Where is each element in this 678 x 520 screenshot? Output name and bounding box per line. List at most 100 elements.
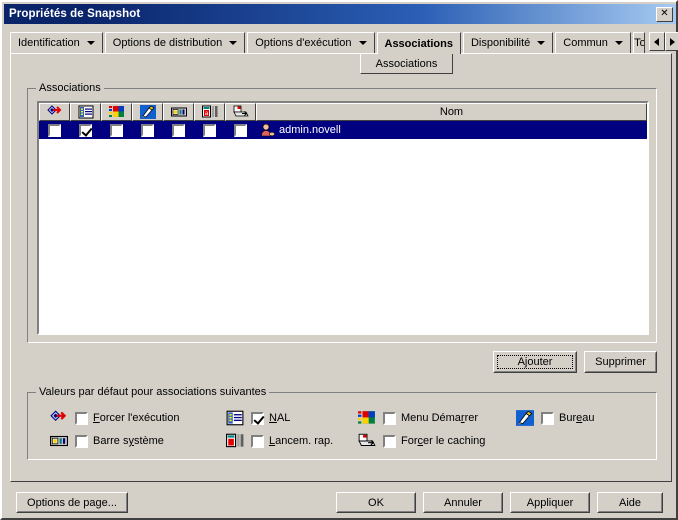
column-header-desktop[interactable] xyxy=(132,103,163,121)
checkbox[interactable] xyxy=(110,123,123,137)
help-button-label: Aide xyxy=(618,496,642,509)
arrow-left-icon xyxy=(654,37,660,46)
tab-associations[interactable]: Associations xyxy=(376,32,461,54)
row-check-quick-launch[interactable] xyxy=(194,121,225,139)
system-tray-icon xyxy=(50,433,68,449)
desktop-icon xyxy=(516,410,534,426)
row-check-start-menu[interactable] xyxy=(101,121,132,139)
associations-list[interactable]: a Nom admin.novell xyxy=(37,101,649,335)
tab-label: Options d'exécution xyxy=(255,37,352,49)
row-check-force-run[interactable] xyxy=(39,121,70,139)
row-check-system-tray[interactable] xyxy=(163,121,194,139)
option-barre-systeme[interactable]: Barre système xyxy=(50,433,164,449)
tab-label: Options de distribution xyxy=(112,37,223,49)
column-header-start-menu[interactable] xyxy=(101,103,132,121)
option-bureau[interactable]: Bureau xyxy=(516,410,595,426)
option-menu-demarrer[interactable]: Menu Démarrer xyxy=(358,410,478,426)
chevron-down-icon xyxy=(229,41,238,45)
tab-identification[interactable]: Identification xyxy=(10,32,103,54)
tab-options-dexecution[interactable]: Options d'exécution xyxy=(247,32,375,54)
tab-label: Disponibilité xyxy=(470,37,531,49)
close-button[interactable]: ✕ xyxy=(656,6,673,22)
checkbox[interactable] xyxy=(251,434,264,448)
arrow-right-icon xyxy=(670,37,676,46)
checkbox[interactable] xyxy=(79,123,92,137)
properties-dialog-window: Propriétés de Snapshot ✕ Identification … xyxy=(0,0,678,520)
chevron-down-icon xyxy=(614,41,623,45)
start-menu-icon xyxy=(108,106,124,117)
title-bar: Propriétés de Snapshot ✕ xyxy=(4,4,676,24)
start-menu-icon xyxy=(358,410,376,426)
table-row[interactable]: admin.novell xyxy=(39,121,647,139)
tab-scroll-buttons xyxy=(648,32,678,51)
checkbox[interactable] xyxy=(541,411,554,425)
row-check-nal[interactable] xyxy=(70,121,101,139)
tab-label: Identification xyxy=(18,37,80,49)
defaults-groupbox-label: Valeurs par défaut pour associations sui… xyxy=(36,386,270,398)
checkbox[interactable] xyxy=(251,411,264,425)
add-button-label: Ajouter xyxy=(517,356,553,368)
checkbox[interactable] xyxy=(383,411,396,425)
option-label: Forcer l'exécution xyxy=(93,412,180,424)
chevron-down-icon xyxy=(537,41,546,45)
option-forcer-le-caching[interactable]: Forcer le caching xyxy=(358,433,485,449)
option-label: NAL xyxy=(269,412,291,424)
quick-launch-icon: a xyxy=(201,105,217,118)
cancel-button-label: Annuler xyxy=(444,496,482,509)
tab-commun[interactable]: Commun xyxy=(555,32,631,54)
delete-button[interactable]: Supprimer xyxy=(584,351,657,373)
column-header-force-cache[interactable] xyxy=(225,103,256,121)
tab-scroll-right-button[interactable] xyxy=(664,32,678,51)
page-options-button-label: Options de page... xyxy=(27,496,117,509)
option-label: Bureau xyxy=(559,412,595,424)
tab-label: Commun xyxy=(563,37,608,49)
tab-options-de-distribution[interactable]: Options de distribution xyxy=(104,32,246,54)
apply-button[interactable]: Appliquer xyxy=(510,492,590,513)
tab-label: To xyxy=(634,37,645,49)
force-cache-icon xyxy=(358,433,376,449)
option-nal[interactable]: NAL xyxy=(226,410,290,426)
tab-to-truncated[interactable]: To xyxy=(632,32,645,54)
list-header: a Nom xyxy=(39,103,647,121)
ok-button[interactable]: OK xyxy=(336,492,416,513)
tab-label: Associations xyxy=(384,37,453,50)
close-icon: ✕ xyxy=(660,8,669,19)
row-check-desktop[interactable] xyxy=(132,121,163,139)
column-header-force-run[interactable] xyxy=(39,103,70,121)
tab-associations-sublabel[interactable]: Associations xyxy=(360,54,453,74)
option-forcer-lexecution[interactable]: Forcer l'exécution xyxy=(50,410,179,426)
checkbox[interactable] xyxy=(48,123,61,137)
help-button[interactable]: Aide xyxy=(597,492,663,513)
user-object-icon xyxy=(261,123,275,137)
column-header-nom[interactable]: Nom xyxy=(256,103,647,121)
checkbox[interactable] xyxy=(75,411,88,425)
nal-window-icon xyxy=(226,410,244,426)
checkbox[interactable] xyxy=(203,123,216,137)
tab-scroll-left-button[interactable] xyxy=(648,32,665,51)
associations-groupbox: Associations a Nom admin.novell xyxy=(27,82,657,343)
column-header-system-tray[interactable] xyxy=(163,103,194,121)
tab-disponibilite[interactable]: Disponibilité xyxy=(462,32,554,54)
checkbox[interactable] xyxy=(383,434,396,448)
chevron-down-icon xyxy=(86,41,95,45)
force-run-icon xyxy=(50,410,68,426)
force-run-icon xyxy=(46,105,61,115)
apply-button-label: Appliquer xyxy=(526,496,574,509)
cancel-button[interactable]: Annuler xyxy=(423,492,503,513)
checkbox[interactable] xyxy=(75,434,88,448)
column-header-quick-launch[interactable]: a xyxy=(194,103,225,121)
ok-button-label: OK xyxy=(368,496,384,509)
tab-strip: Identification Options de distribution O… xyxy=(10,32,678,54)
row-name-cell[interactable]: admin.novell xyxy=(256,121,647,139)
checkbox[interactable] xyxy=(172,123,185,137)
option-lancem-rap[interactable]: Lancem. rap. xyxy=(226,433,333,449)
page-options-button[interactable]: Options de page... xyxy=(16,492,128,513)
column-header-nal[interactable] xyxy=(70,103,101,121)
option-label: Menu Démarrer xyxy=(401,412,479,424)
row-name-label: admin.novell xyxy=(279,124,341,136)
add-button[interactable]: Ajouter xyxy=(493,351,577,373)
option-label: Lancem. rap. xyxy=(269,435,334,447)
checkbox[interactable] xyxy=(234,123,247,137)
checkbox[interactable] xyxy=(141,123,154,137)
row-check-force-cache[interactable] xyxy=(225,121,256,139)
